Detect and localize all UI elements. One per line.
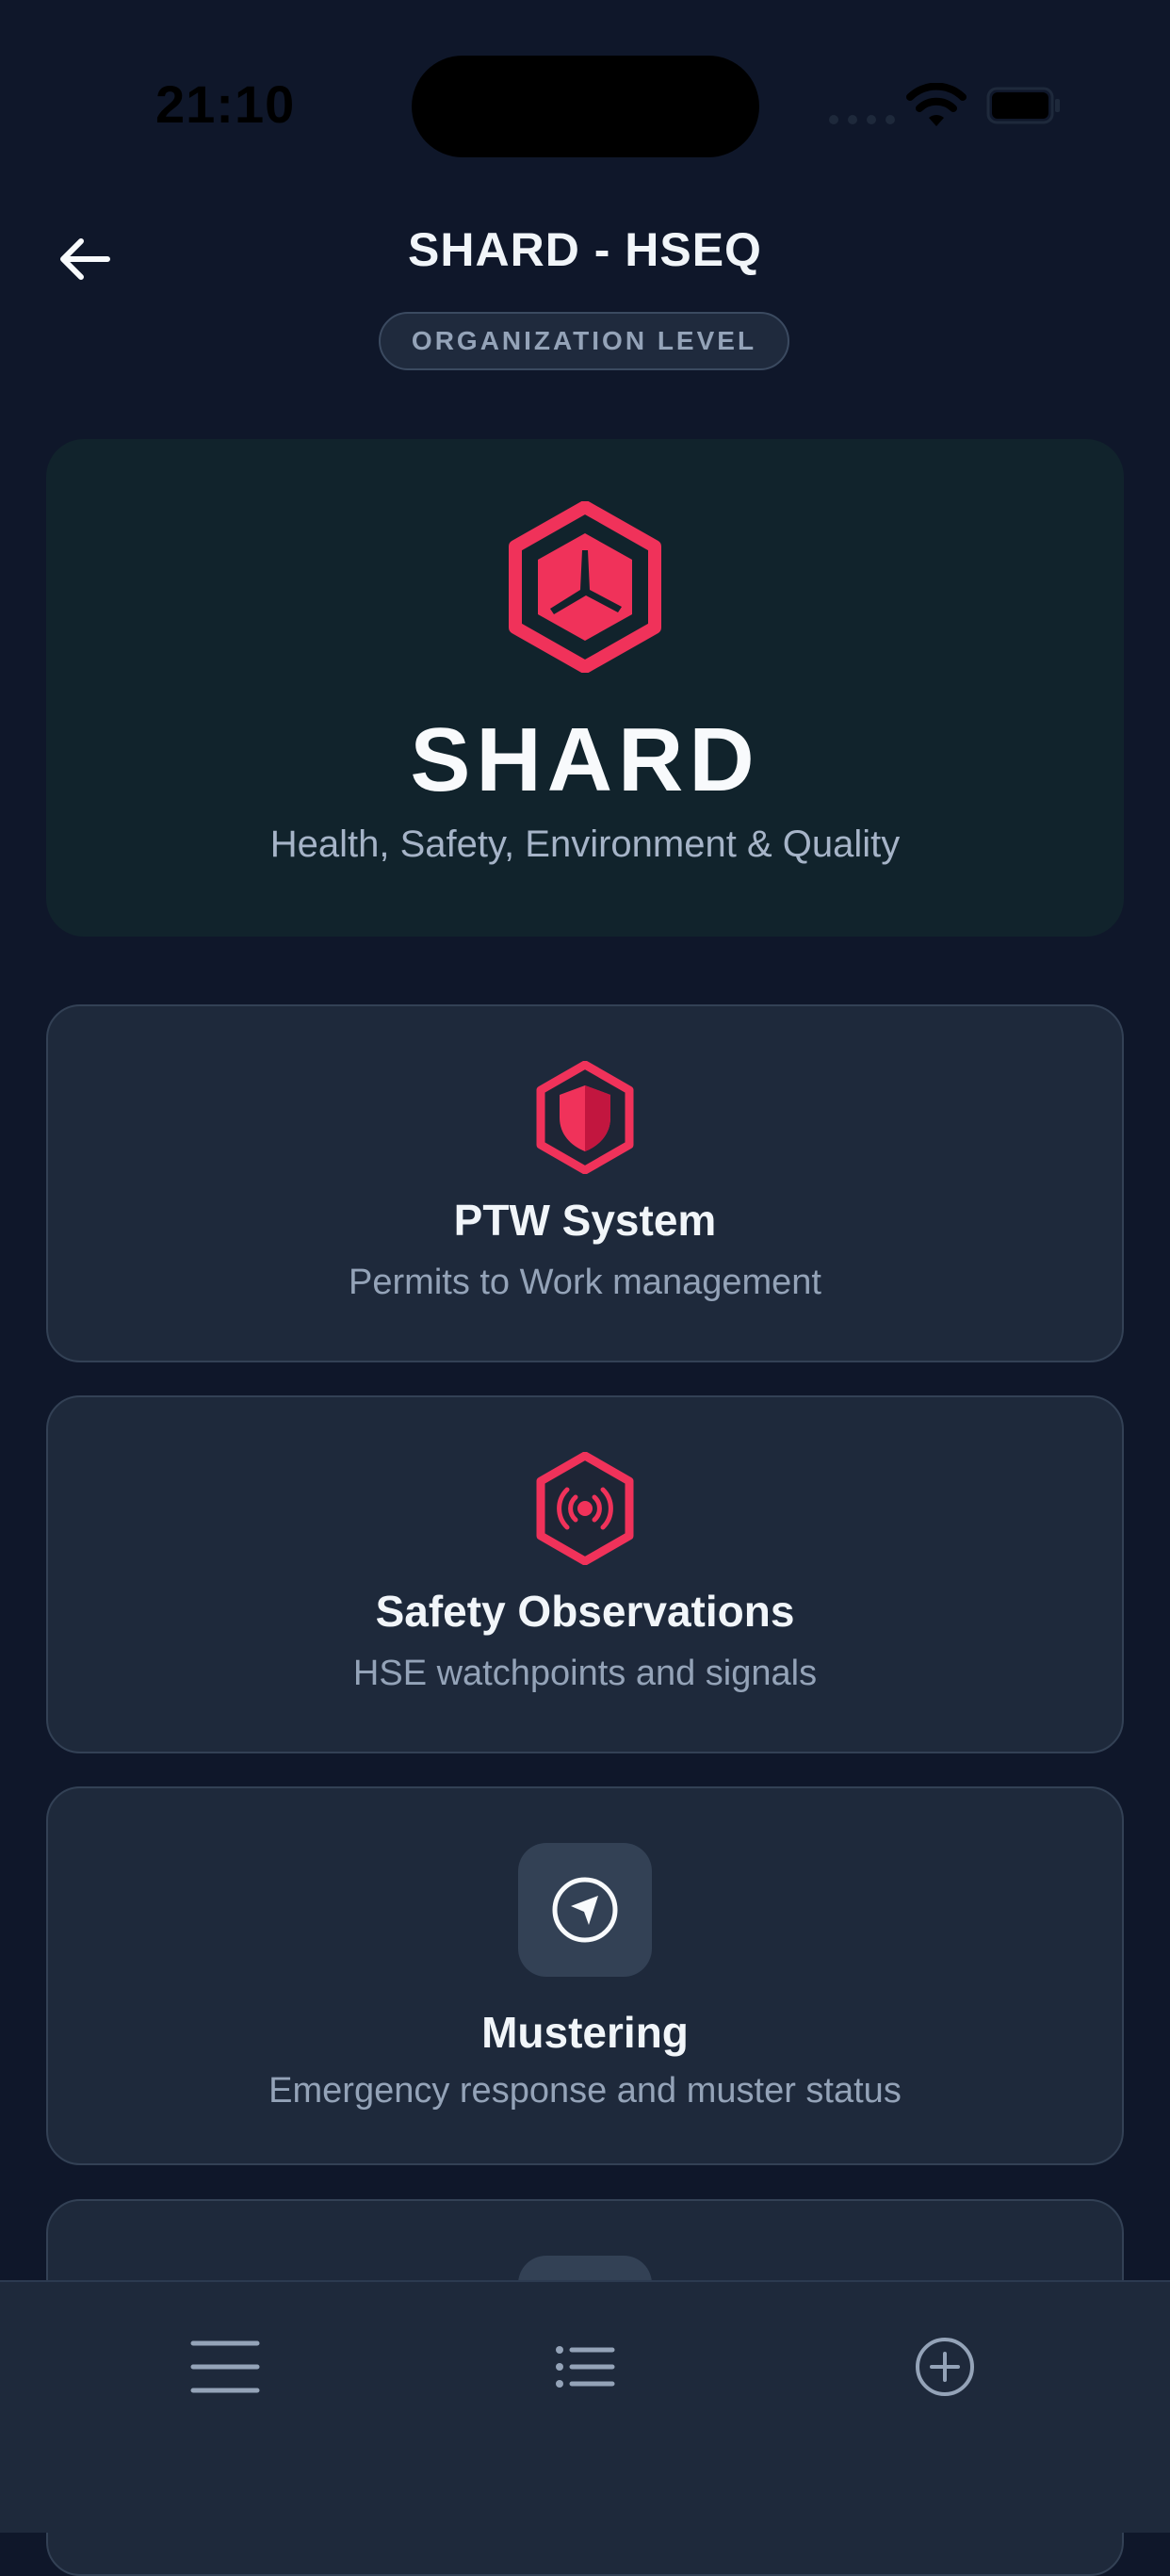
nav-menu-button[interactable] xyxy=(169,2320,282,2414)
hero-title: SHARD xyxy=(410,709,760,810)
nav-add-button[interactable] xyxy=(888,2320,1001,2414)
broadcast-hexagon-icon xyxy=(536,1452,634,1565)
status-time: 21:10 xyxy=(155,74,296,134)
wifi-icon xyxy=(906,83,967,126)
header: SHARD - HSEQ ORGANIZATION LEVEL xyxy=(0,198,1170,405)
nav-list-button[interactable] xyxy=(528,2320,642,2414)
list-icon xyxy=(556,2346,615,2388)
navigation-compass-icon xyxy=(518,1843,652,1977)
shield-hexagon-icon xyxy=(536,1061,634,1174)
module-subtitle: Permits to Work management xyxy=(349,1263,821,1302)
shard-logo-icon xyxy=(509,501,661,673)
module-title: Mustering xyxy=(481,2008,689,2057)
add-circle-icon xyxy=(916,2338,974,2396)
module-title: Safety Observations xyxy=(375,1587,795,1636)
battery-icon xyxy=(986,87,1060,124)
module-subtitle: Emergency response and muster status xyxy=(268,2071,902,2111)
module-card-safety-observations[interactable]: Safety Observations HSE watchpoints and … xyxy=(46,1395,1124,1753)
menu-icon xyxy=(190,2340,260,2393)
module-title: PTW System xyxy=(453,1196,717,1245)
hero-banner: SHARD Health, Safety, Environment & Qual… xyxy=(46,439,1124,937)
page-title: SHARD - HSEQ xyxy=(408,223,762,276)
bottom-navigation xyxy=(0,2280,1170,2533)
status-bar: 21:10 xyxy=(0,0,1170,198)
cellular-signal-icon xyxy=(829,106,901,124)
dynamic-island xyxy=(412,56,759,157)
hero-subtitle: Health, Safety, Environment & Quality xyxy=(269,823,901,865)
organization-level-badge: ORGANIZATION LEVEL xyxy=(379,312,789,370)
module-subtitle: HSE watchpoints and signals xyxy=(352,1654,818,1693)
module-card-ptw-system[interactable]: PTW System Permits to Work management xyxy=(46,1004,1124,1362)
module-card-mustering[interactable]: Mustering Emergency response and muster … xyxy=(46,1786,1124,2165)
